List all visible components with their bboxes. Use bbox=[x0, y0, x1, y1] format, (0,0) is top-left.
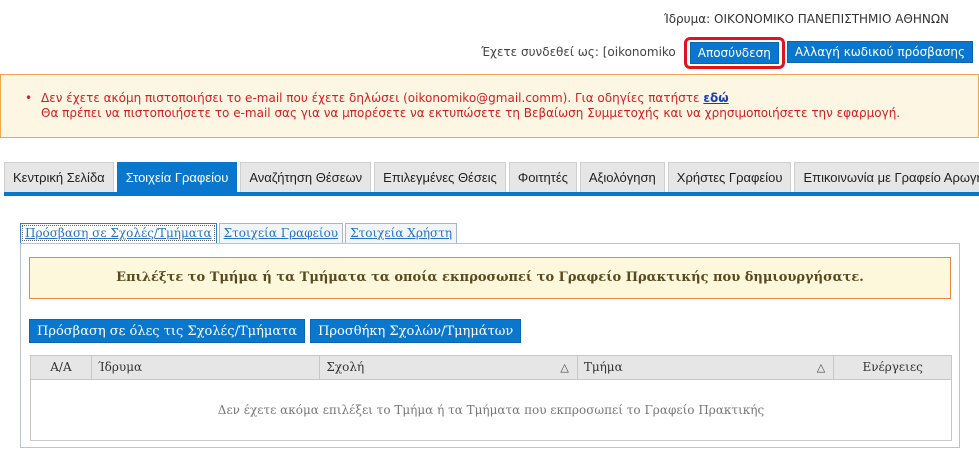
table-header: Α/Α Ίδρυμα Σχολή △ Τμήμα △ Ενέργειες bbox=[31, 356, 951, 380]
access-all-button[interactable]: Πρόσβαση σε όλες τις Σχολές/Τμήματα bbox=[29, 319, 306, 343]
column-header-department[interactable]: Τμήμα △ bbox=[578, 356, 835, 379]
panel-actions: Πρόσβαση σε όλες τις Σχολές/Τμήματα Προσ… bbox=[29, 319, 522, 343]
sort-icon[interactable]: △ bbox=[560, 356, 568, 379]
instruction-notice: Επιλέξτε το Τμήμα ή τα Τμήματα τα οποία … bbox=[29, 257, 951, 299]
column-header-index: Α/Α bbox=[31, 356, 92, 379]
instructions-link[interactable]: εδώ bbox=[703, 91, 728, 105]
tab-evaluation[interactable]: Αξιολόγηση bbox=[579, 162, 665, 192]
column-header-actions: Ενέργειες bbox=[862, 360, 923, 374]
column-header-institution: Ίδρυμα bbox=[92, 356, 321, 379]
alert-text-2: Θα πρέπει να πιστοποιήσετε το e-mail σας… bbox=[41, 106, 901, 120]
main-nav: Κεντρική Σελίδα Στοιχεία Γραφείου Αναζήτ… bbox=[4, 162, 979, 192]
alert-text-1: Δεν έχετε ακόμη πιστοποιήσει το e-mail π… bbox=[41, 91, 704, 105]
add-schools-button[interactable]: Προσθήκη Σχολών/Τμημάτων bbox=[310, 319, 522, 343]
logged-in-label: Έχετε συνδεθεί ως: [oikonomiko bbox=[481, 45, 676, 59]
subtab-school-access[interactable]: Πρόσβαση σε Σχολές/Τμήματα bbox=[20, 223, 217, 243]
column-header-department-label: Τμήμα bbox=[583, 360, 623, 374]
sub-tabs: Πρόσβαση σε Σχολές/Τμήματα Στοιχεία Γραφ… bbox=[20, 223, 458, 243]
logout-highlight: Αποσύνδεση bbox=[683, 36, 785, 69]
tab-office-users[interactable]: Χρήστες Γραφείου bbox=[667, 162, 792, 192]
subtab-office-details[interactable]: Στοιχεία Γραφείου bbox=[218, 223, 344, 243]
departments-table: Α/Α Ίδρυμα Σχολή △ Τμήμα △ Ενέργειες Δεν… bbox=[30, 355, 952, 441]
nav-underline bbox=[4, 192, 979, 196]
column-header-school-label: Σχολή bbox=[326, 360, 365, 374]
tab-home[interactable]: Κεντρική Σελίδα bbox=[4, 162, 114, 192]
logout-button[interactable]: Αποσύνδεση bbox=[689, 41, 779, 64]
email-verification-alert: • Δεν έχετε ακόμη πιστοποιήσει το e-mail … bbox=[0, 74, 979, 138]
user-bar: Έχετε συνδεθεί ως: [oikonomiko Αποσύνδεσ… bbox=[481, 36, 973, 69]
column-header-school[interactable]: Σχολή △ bbox=[320, 356, 578, 379]
alert-line-1: • Δεν έχετε ακόμη πιστοποιήσει το e-mail … bbox=[25, 91, 978, 106]
school-access-panel: Επιλέξτε το Τμήμα ή τα Τμήματα τα οποία … bbox=[20, 243, 960, 448]
tab-position-search[interactable]: Αναζήτηση Θέσεων bbox=[240, 162, 372, 192]
tab-selected-positions[interactable]: Επιλεγμένες Θέσεις bbox=[374, 162, 506, 192]
institution-label: Ίδρυμα: ΟΙΚΟΝΟΜΙΚΟ ΠΑΝΕΠΙΣΤΗΜΙΟ ΑΘΗΝΩΝ bbox=[663, 12, 949, 26]
tab-office-details[interactable]: Στοιχεία Γραφείου bbox=[116, 162, 238, 192]
tab-helpdesk-contact[interactable]: Επικοινωνία με Γραφείο Αρωγής bbox=[794, 162, 979, 192]
change-password-button[interactable]: Αλλαγή κωδικού πρόσβασης bbox=[786, 41, 973, 63]
bullet-icon: • bbox=[25, 91, 33, 105]
empty-table-message: Δεν έχετε ακόμα επιλέξει το Τμήμα ή τα Τ… bbox=[217, 403, 765, 417]
sort-icon[interactable]: △ bbox=[817, 356, 825, 379]
subtab-user-details[interactable]: Στοιχεία Χρήστη bbox=[345, 223, 458, 243]
tab-students[interactable]: Φοιτητές bbox=[508, 162, 577, 192]
